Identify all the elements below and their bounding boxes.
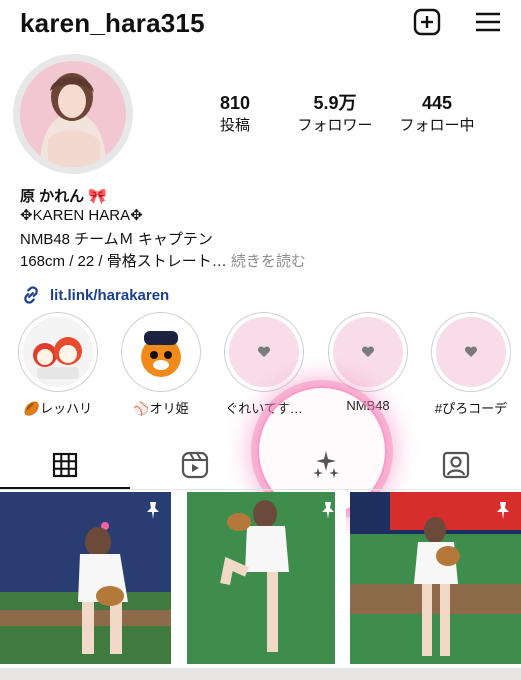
bio-link[interactable]: lit.link/harakaren <box>20 284 169 306</box>
pin-icon <box>497 502 509 519</box>
tab-grid[interactable] <box>0 445 130 485</box>
avatar[interactable] <box>20 61 126 167</box>
grid-post-1[interactable] <box>0 492 171 664</box>
highlight-label: 🏉レッハリ <box>23 401 93 416</box>
tab-reels[interactable] <box>130 445 260 485</box>
highlight-cover-mascots <box>23 317 93 387</box>
tab-divider <box>0 489 521 490</box>
highlight-cover-heart <box>229 317 299 387</box>
bio-line-3-text: 168cm / 22 / 骨格ストレート… <box>20 253 227 270</box>
hamburger-menu-icon <box>476 12 500 32</box>
menu-button[interactable] <box>474 8 502 36</box>
pin-icon <box>147 502 159 519</box>
following-value: 445 <box>421 93 453 113</box>
heart-icon <box>464 346 478 357</box>
pin-icon <box>322 502 334 519</box>
reels-icon <box>181 451 209 479</box>
create-post-button[interactable] <box>412 7 442 37</box>
highlight-ring <box>121 312 201 392</box>
grid-next-row-peek <box>0 668 521 680</box>
link-icon <box>24 286 38 304</box>
tagged-person-icon <box>442 451 470 479</box>
highlight-ring <box>18 312 98 392</box>
avatar-photo <box>20 61 126 167</box>
following-count[interactable]: 445 フォロー中 <box>387 92 487 136</box>
highlight-piro-coordinate[interactable]: #ぴろコーデ <box>428 312 514 417</box>
highlight-cover-heart <box>333 317 403 387</box>
profile-display-name: 原 かれん 🎀 <box>20 188 108 205</box>
bio-line-3: 168cm / 22 / 骨格ストレート… 続きを読む <box>20 251 306 273</box>
grid-post-2[interactable] <box>175 492 346 664</box>
highlight-label: #ぴろコーデ <box>434 401 508 416</box>
followers-label: フォロワー <box>297 117 373 134</box>
highlight-label: ⚾オリ姫 <box>133 401 189 416</box>
posts-count[interactable]: 810 投稿 <box>185 92 285 136</box>
highlight-orihime[interactable]: ⚾オリ姫 <box>118 312 204 417</box>
tab-sparkles[interactable] <box>261 445 391 485</box>
heart-icon <box>257 346 271 357</box>
plus-square-icon <box>413 8 441 36</box>
grid-post-3[interactable] <box>350 492 521 664</box>
highlight-cover-heart <box>436 317 506 387</box>
highlight-ring <box>224 312 304 392</box>
read-more-link[interactable]: 続きを読む <box>231 253 306 270</box>
posts-value: 810 <box>219 93 251 113</box>
highlight-rehari[interactable]: 🏉レッハリ <box>15 312 101 417</box>
bio-line-2: NMB48 チームＭ キャプテン <box>20 231 213 248</box>
followers-count[interactable]: 5.9万 フォロワー <box>285 92 385 136</box>
highlight-cover-mascot <box>126 317 196 387</box>
bio-link-text: lit.link/harakaren <box>50 286 170 304</box>
posts-label: 投稿 <box>219 117 250 134</box>
bio-line-1: ✥KAREN HARA✥ <box>20 207 143 224</box>
sparkles-icon <box>313 451 339 478</box>
heart-icon <box>361 346 375 357</box>
highlight-ring <box>328 312 408 392</box>
followers-value: 5.9万 <box>313 93 357 113</box>
profile-username[interactable]: karen_hara315 <box>20 8 205 39</box>
grid-icon <box>52 452 78 478</box>
following-label: フォロー中 <box>399 117 475 134</box>
tab-tagged[interactable] <box>391 445 521 485</box>
highlight-ring <box>431 312 511 392</box>
